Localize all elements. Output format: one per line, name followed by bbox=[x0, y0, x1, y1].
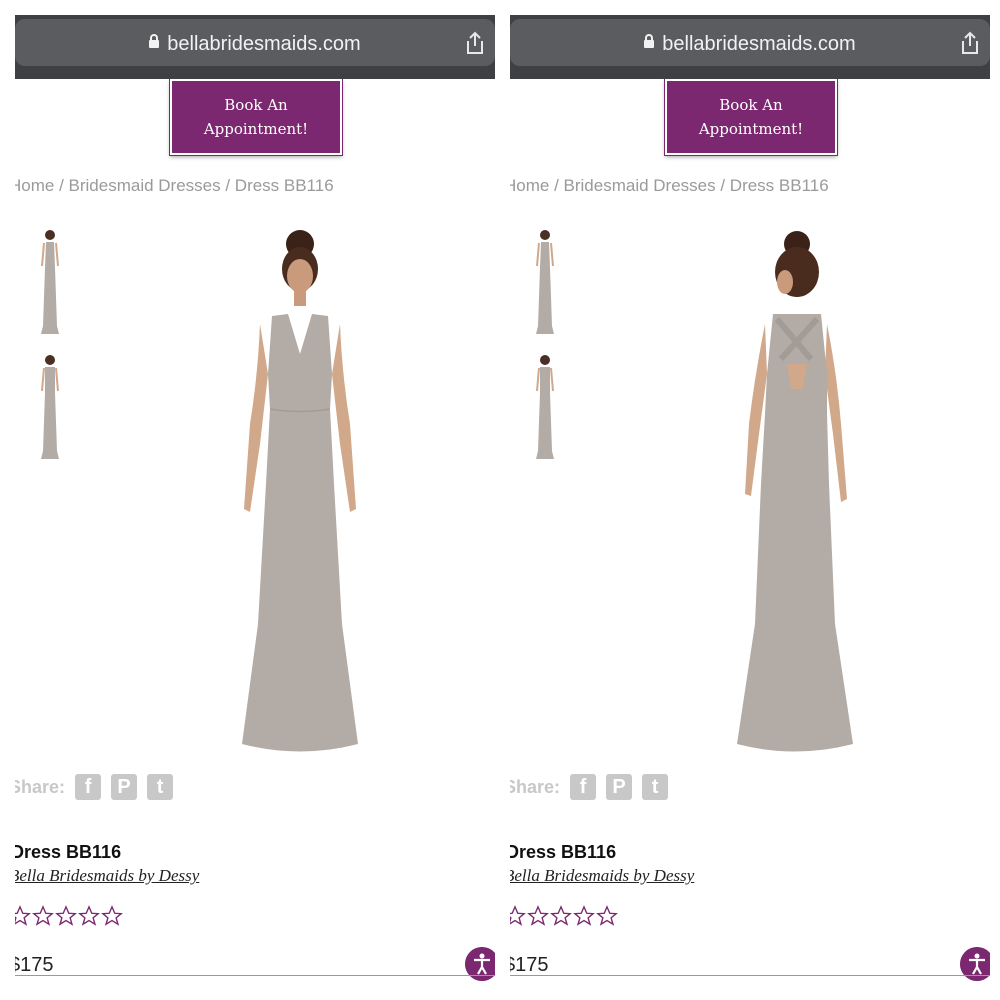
url-text: bellabridesmaids.com bbox=[15, 33, 495, 56]
product-price: $175 bbox=[510, 954, 549, 976]
screenshot-panel-back: bellabridesmaids.com Book An Appointment… bbox=[505, 0, 1000, 1000]
breadcrumb-text: Home / Bridesmaid Dresses / Dress BB116 bbox=[15, 176, 334, 195]
breadcrumb[interactable]: Home / Bridesmaid Dresses / Dress BB116 bbox=[510, 176, 829, 196]
url-field[interactable]: bellabridesmaids.com bbox=[510, 19, 990, 66]
product-title: Dress BB116 bbox=[510, 842, 617, 862]
product-image-back bbox=[737, 231, 853, 752]
product-page: Book An Appointment! Home / Bridesmaid D… bbox=[510, 79, 990, 988]
url-text: bellabridesmaids.com bbox=[510, 33, 990, 56]
star-icon[interactable] bbox=[596, 905, 618, 927]
lock-icon bbox=[149, 34, 160, 48]
divider-line bbox=[15, 975, 495, 976]
url-field[interactable]: bellabridesmaids.com bbox=[15, 19, 495, 66]
twitter-icon[interactable]: t bbox=[147, 774, 174, 800]
brand-link[interactable]: Bella Bridesmaids by Dessy bbox=[510, 866, 694, 886]
star-icon[interactable] bbox=[32, 905, 54, 927]
product-price: $175 bbox=[15, 954, 54, 976]
share-bar: Share: f P t bbox=[510, 772, 678, 802]
rating-stars[interactable] bbox=[510, 905, 619, 927]
book-appointment-button[interactable]: Book An Appointment! bbox=[665, 79, 837, 155]
star-icon[interactable] bbox=[550, 905, 572, 927]
url-label: bellabridesmaids.com bbox=[167, 33, 361, 55]
pinterest-icon[interactable]: P bbox=[111, 774, 138, 800]
share-label: Share: bbox=[510, 776, 561, 797]
brand-link[interactable]: Bella Bridesmaids by Dessy bbox=[15, 866, 199, 886]
product-image-front bbox=[242, 230, 358, 752]
share-label: Share: bbox=[15, 776, 66, 797]
url-label: bellabridesmaids.com bbox=[662, 33, 856, 55]
book-line2: Appointment! bbox=[203, 120, 309, 138]
book-line2: Appointment! bbox=[698, 120, 804, 138]
breadcrumb-text: Home / Bridesmaid Dresses / Dress BB116 bbox=[510, 176, 829, 195]
pinterest-icon[interactable]: P bbox=[606, 774, 633, 800]
star-icon[interactable] bbox=[101, 905, 123, 927]
lock-icon bbox=[644, 34, 655, 48]
star-icon[interactable] bbox=[55, 905, 77, 927]
facebook-icon[interactable]: f bbox=[75, 774, 102, 800]
browser-address-bar: bellabridesmaids.com bbox=[510, 15, 990, 79]
twitter-icon[interactable]: t bbox=[642, 774, 669, 800]
product-page: Book An Appointment! Home / Bridesmaid D… bbox=[15, 79, 495, 988]
thumbnail-back[interactable] bbox=[30, 226, 70, 338]
book-appointment-button[interactable]: Book An Appointment! bbox=[170, 79, 342, 155]
share-icon[interactable] bbox=[463, 31, 487, 55]
thumbnail-front[interactable] bbox=[30, 351, 70, 463]
share-icon[interactable] bbox=[958, 31, 982, 55]
facebook-icon[interactable]: f bbox=[570, 774, 597, 800]
star-icon[interactable] bbox=[510, 905, 526, 927]
star-icon[interactable] bbox=[15, 905, 31, 927]
book-line1: Book An bbox=[224, 96, 288, 114]
divider-line bbox=[510, 975, 990, 976]
star-icon[interactable] bbox=[573, 905, 595, 927]
product-title: Dress BB116 bbox=[15, 842, 122, 862]
breadcrumb[interactable]: Home / Bridesmaid Dresses / Dress BB116 bbox=[15, 176, 334, 196]
thumbnail-back[interactable] bbox=[525, 226, 565, 338]
rating-stars[interactable] bbox=[15, 905, 124, 927]
book-line1: Book An bbox=[719, 96, 783, 114]
star-icon[interactable] bbox=[78, 905, 100, 927]
thumbnail-front[interactable] bbox=[525, 351, 565, 463]
screenshot-panel-front: bellabridesmaids.com Book An Appointment… bbox=[0, 0, 505, 1000]
share-bar: Share: f P t bbox=[15, 772, 183, 802]
browser-address-bar: bellabridesmaids.com bbox=[15, 15, 495, 79]
star-icon[interactable] bbox=[527, 905, 549, 927]
